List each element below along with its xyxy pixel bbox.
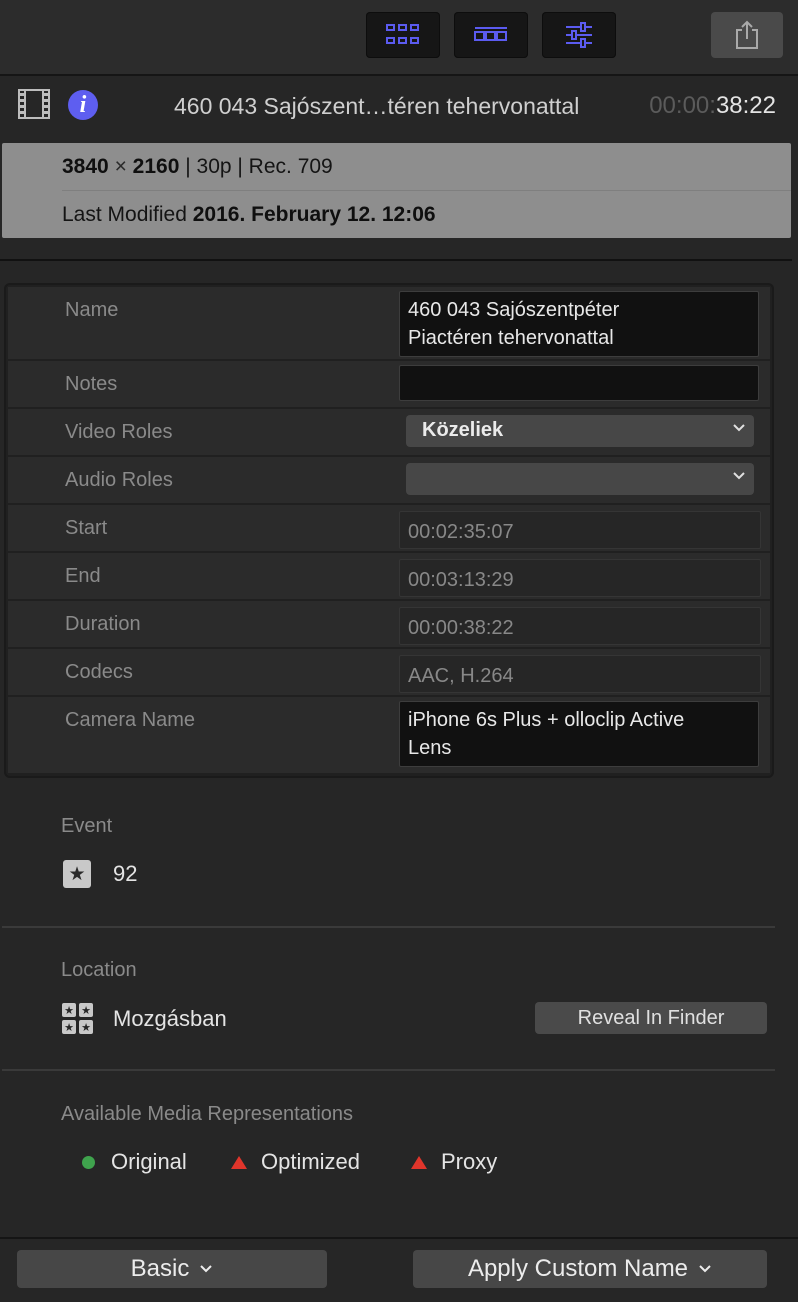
section-separator (0, 259, 792, 261)
end-label: End (65, 565, 101, 587)
event-label: Event (61, 815, 113, 837)
name-label: Name (65, 299, 119, 321)
resolution-line: 3840 × 2160 | 30p | Rec. 709 (62, 155, 333, 179)
video-roles-dropdown[interactable]: Közeliek (406, 415, 754, 447)
notes-field[interactable] (399, 365, 759, 401)
star-icon: ★ (63, 860, 91, 888)
media-proxy-label: Proxy (441, 1149, 498, 1174)
grid-view-icon (386, 24, 419, 44)
resolution-width: 3840 (62, 155, 109, 178)
divider (2, 1069, 775, 1071)
summary-divider (62, 190, 791, 191)
grid-view-button[interactable] (366, 12, 440, 58)
codecs-value: AAC, H.264 (399, 655, 761, 693)
status-dot-icon (82, 1155, 95, 1169)
media-representations-label: Available Media Representations (61, 1103, 354, 1125)
chevron-down-icon (699, 1265, 711, 1273)
camera-name-label: Camera Name (65, 709, 196, 731)
svg-text:★: ★ (64, 1004, 74, 1017)
notes-label: Notes (65, 373, 118, 395)
basic-metadata-view-button[interactable]: Basic (17, 1250, 327, 1288)
media-original-label: Original (111, 1149, 187, 1174)
camera-name-line-2: Lens (408, 737, 452, 759)
event-value: 92 (113, 861, 138, 886)
media-proxy: Proxy (411, 1149, 497, 1175)
duration-value: 00:00:38:22 (399, 607, 761, 645)
name-field[interactable]: 460 043 Sajószentpéter Piactéren tehervo… (399, 291, 759, 357)
resolution-times: × (114, 155, 127, 178)
chevron-down-icon (733, 472, 745, 480)
last-modified-value: 2016. February 12. 12:06 (192, 203, 436, 226)
name-line-2: Piactéren tehervonattal (408, 327, 614, 349)
clip-timecode: 00:00:38:22 (649, 92, 776, 120)
svg-text:★: ★ (81, 1021, 91, 1034)
property-row-start: Start 00:02:35:07 (8, 505, 770, 551)
start-value: 00:02:35:07 (399, 511, 761, 549)
format-info: | 30p | Rec. 709 (185, 155, 333, 178)
end-value: 00:03:13:29 (399, 559, 761, 597)
share-button[interactable] (711, 12, 783, 58)
reveal-in-finder-button[interactable]: Reveal In Finder (535, 1002, 767, 1034)
film-icon (18, 89, 50, 119)
clip-title: 460 043 Sajószent…téren tehervonattal (174, 93, 580, 119)
video-roles-label: Video Roles (65, 421, 173, 443)
name-line-1: 460 043 Sajószentpéter (408, 299, 620, 321)
property-row-duration: Duration 00:00:38:22 (8, 601, 770, 647)
camera-name-line-1: iPhone 6s Plus + olloclip Active (408, 709, 685, 731)
last-modified-line: Last Modified 2016. February 12. 12:06 (62, 203, 436, 227)
library-icon: ★ ★ ★ ★ (62, 1003, 93, 1034)
divider (2, 926, 775, 928)
start-label: Start (65, 517, 108, 539)
warning-triangle-icon (411, 1155, 427, 1169)
media-optimized: Optimized (231, 1149, 360, 1175)
chevron-down-icon (733, 424, 745, 432)
basic-label: Basic (130, 1255, 190, 1282)
clip-summary: 3840 × 2160 | 30p | Rec. 709 Last Modifi… (2, 143, 791, 238)
property-row-codecs: Codecs AAC, H.264 (8, 649, 770, 695)
inspector-sliders-icon (566, 22, 592, 48)
property-row-video-roles: Video Roles Közeliek (8, 409, 770, 455)
audio-roles-dropdown[interactable] (406, 463, 754, 495)
camera-name-field[interactable]: iPhone 6s Plus + olloclip Active Lens (399, 701, 759, 767)
video-roles-value: Közeliek (422, 419, 504, 441)
apply-custom-name-button[interactable]: Apply Custom Name (413, 1250, 767, 1288)
warning-triangle-icon (231, 1155, 247, 1169)
media-original: Original (82, 1149, 187, 1175)
duration-label: Duration (65, 613, 141, 635)
apply-custom-name-label: Apply Custom Name (467, 1255, 689, 1282)
last-modified-label: Last Modified (62, 203, 187, 226)
resolution-height: 2160 (132, 155, 180, 178)
filmstrip-view-button[interactable] (454, 12, 528, 58)
audio-roles-label: Audio Roles (65, 469, 173, 491)
property-row-end: End 00:03:13:29 (8, 553, 770, 599)
svg-text:★: ★ (64, 1021, 74, 1034)
property-row-audio-roles: Audio Roles (8, 457, 770, 503)
chevron-down-icon (200, 1265, 213, 1273)
location-value: Mozgásban (113, 1006, 227, 1031)
svg-text:★: ★ (81, 1004, 91, 1017)
property-row-camera-name: Camera Name iPhone 6s Plus + olloclip Ac… (8, 697, 770, 773)
timecode-bright: 38:22 (715, 92, 776, 119)
property-row-name: Name 460 043 Sajószentpéter Piactéren te… (8, 287, 770, 359)
share-icon (736, 20, 758, 49)
property-row-notes: Notes (8, 361, 770, 407)
properties-table: Name 460 043 Sajószentpéter Piactéren te… (4, 283, 774, 778)
info-icon[interactable]: i (68, 90, 98, 120)
codecs-label: Codecs (65, 661, 133, 683)
timecode-dim: 00:00: (649, 92, 716, 119)
media-optimized-label: Optimized (261, 1149, 361, 1174)
location-label: Location (61, 959, 137, 981)
filmstrip-view-icon (474, 27, 507, 41)
inspector-button[interactable] (542, 12, 616, 58)
